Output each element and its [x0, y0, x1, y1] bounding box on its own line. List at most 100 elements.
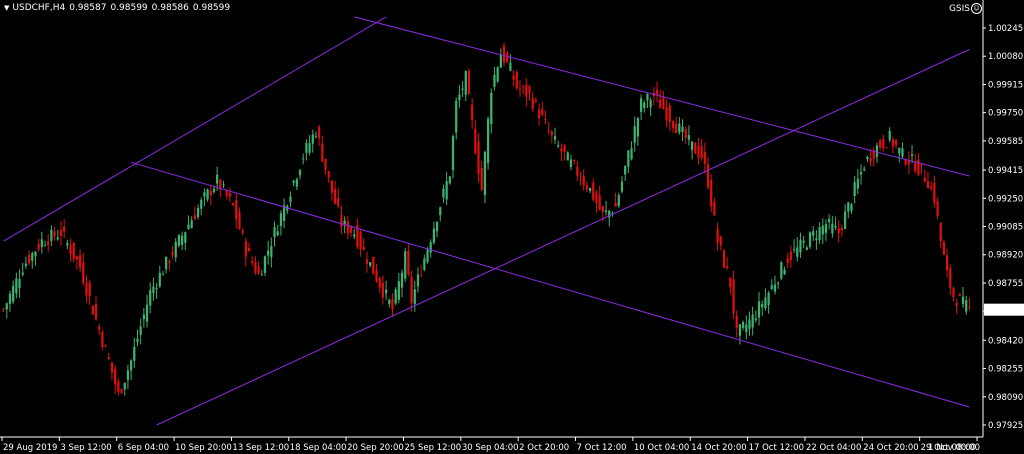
candle-body — [295, 179, 298, 187]
candle-body — [37, 243, 40, 250]
y-tick-label: 0.97925 — [988, 421, 1023, 431]
candle-body — [710, 179, 713, 207]
y-tick-label: 0.99750 — [988, 109, 1023, 119]
candle-body — [910, 154, 914, 156]
candle-body — [238, 211, 241, 229]
price-chart[interactable]: 1.00245 1.00080 0.99915 0.99750 0.99585 0.994… — [0, 0, 1024, 454]
x-tick-label: 13 Sep 12:00 — [232, 443, 289, 453]
candle-body — [126, 370, 130, 380]
candle-body — [824, 224, 828, 233]
channel-lines-group — [3, 16, 970, 426]
x-tick-label: 24 Oct 20:00 — [863, 443, 918, 453]
candle-body — [298, 170, 302, 176]
candle-body — [553, 136, 557, 140]
triangle-down-icon[interactable]: ▼ — [4, 4, 9, 12]
candle-body — [18, 278, 21, 288]
candle-body — [416, 274, 420, 287]
candle-body — [279, 213, 283, 226]
candle-body — [624, 166, 627, 175]
y-tick-label: 0.99415 — [988, 166, 1023, 176]
candle-body — [773, 284, 777, 292]
falling-channel-lower — [130, 161, 970, 408]
candle-body — [875, 145, 879, 157]
candle-body — [314, 135, 318, 137]
candle-body — [968, 306, 971, 308]
candle-body — [907, 161, 910, 165]
candle-body — [123, 382, 126, 390]
candle-body — [91, 305, 94, 315]
candle-body — [263, 256, 267, 273]
candle-body — [904, 160, 907, 165]
candle-body — [576, 166, 579, 176]
candle-body — [537, 110, 541, 119]
x-tick-label: 10 Sep 20:00 — [175, 443, 232, 453]
candle-body — [340, 214, 343, 227]
candle-body — [534, 100, 538, 102]
candle-body — [569, 159, 573, 168]
candle-body — [241, 230, 244, 233]
candle-body — [467, 71, 471, 94]
candle-body — [767, 292, 770, 306]
candle-body — [231, 203, 235, 206]
candle-body — [66, 243, 69, 246]
candle-body — [369, 262, 372, 266]
candle-body — [531, 97, 534, 109]
candle-body — [50, 229, 53, 241]
candle-body — [388, 299, 391, 305]
candle-body — [509, 62, 512, 71]
candle-body — [461, 88, 464, 90]
candle-body — [235, 200, 238, 220]
candle-body — [933, 183, 936, 204]
candle-body — [8, 293, 12, 304]
candle-body — [47, 240, 50, 246]
candle-body — [168, 261, 171, 264]
candle-body — [98, 326, 101, 331]
candle-body — [914, 162, 917, 172]
candle-body — [754, 318, 757, 320]
candle-body — [471, 104, 474, 120]
candle-body — [15, 278, 18, 294]
candle-body — [110, 362, 114, 373]
candle-body — [480, 167, 483, 191]
candle-body — [404, 251, 407, 279]
candle-body — [745, 324, 748, 332]
candle-body — [639, 98, 643, 113]
candle-body — [588, 187, 592, 191]
y-tick-label: 0.98920 — [988, 251, 1023, 261]
candle-body — [260, 274, 263, 276]
candle-body — [850, 204, 853, 212]
candle-body — [716, 228, 719, 243]
candle-body — [681, 126, 684, 132]
candle-body — [719, 236, 722, 246]
x-tick-label: 30 Sep 04:00 — [462, 443, 519, 453]
candle-body — [633, 126, 636, 143]
y-tick-label: 0.98755 — [988, 279, 1023, 289]
candle-body — [965, 300, 968, 312]
candle-body — [435, 221, 439, 232]
candle-body — [72, 242, 75, 259]
candle-body — [321, 143, 324, 162]
candle-body — [142, 314, 145, 320]
candle-body — [780, 262, 783, 279]
candle-body — [713, 201, 716, 216]
candle-body — [627, 150, 630, 167]
candle-body — [247, 247, 251, 252]
candle-body — [365, 259, 369, 264]
candle-body — [706, 164, 710, 188]
candle-body — [499, 54, 502, 68]
candle-body — [853, 182, 856, 196]
candle-body — [423, 258, 426, 270]
candle-body — [595, 192, 598, 203]
candle-body — [490, 92, 493, 125]
candle-body — [859, 171, 863, 175]
candle-body — [834, 225, 837, 228]
candle-body — [604, 210, 608, 212]
candle-body — [63, 226, 66, 232]
chart-canvas[interactable]: 1.00245 1.00080 0.99915 0.99750 0.99585 0.994… — [0, 0, 1024, 454]
indicator-label: GSIS ☺ — [949, 3, 982, 14]
candle-body — [228, 192, 232, 197]
candle-body — [483, 151, 487, 195]
candle-body — [665, 107, 668, 121]
candle-body — [726, 266, 729, 269]
candle-body — [212, 188, 216, 192]
